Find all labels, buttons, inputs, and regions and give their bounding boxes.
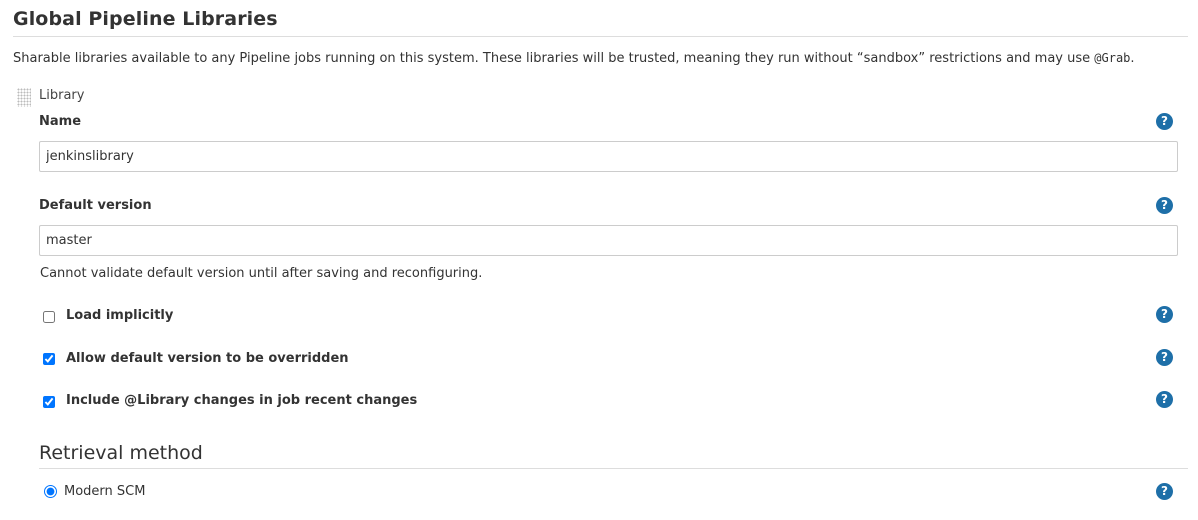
library-header: Library [39,88,85,103]
retrieval-divider [39,468,1188,469]
section-divider [13,36,1188,37]
include-changes-help-icon[interactable]: ? [1156,391,1173,408]
name-input[interactable] [39,141,1178,172]
modern-scm-label[interactable]: Modern SCM [64,484,145,499]
include-changes-label[interactable]: Include @Library changes in job recent c… [66,393,417,408]
include-changes-checkbox[interactable] [43,396,55,408]
load-implicitly-checkbox[interactable] [43,311,55,323]
drag-handle-icon[interactable] [17,88,31,107]
allow-override-checkbox[interactable] [43,353,55,365]
section-title: Global Pipeline Libraries [13,8,278,30]
description-text: Sharable libraries available to any Pipe… [13,51,1095,66]
modern-scm-radio[interactable] [44,485,57,498]
section-description: Sharable libraries available to any Pipe… [13,51,1135,66]
name-label: Name [39,114,82,129]
load-implicitly-help-icon[interactable]: ? [1156,306,1173,323]
default-version-help-icon[interactable]: ? [1156,197,1173,214]
load-implicitly-label[interactable]: Load implicitly [66,308,173,323]
grab-code: @Grab [1094,51,1131,65]
allow-override-help-icon[interactable]: ? [1156,349,1173,366]
default-version-label: Default version [39,198,152,213]
retrieval-method-title: Retrieval method [39,442,203,464]
default-version-note: Cannot validate default version until af… [40,266,483,281]
description-end: . [1130,51,1135,66]
name-help-icon[interactable]: ? [1156,113,1173,130]
allow-override-label[interactable]: Allow default version to be overridden [66,351,349,366]
retrieval-help-icon[interactable]: ? [1156,483,1173,500]
default-version-input[interactable] [39,225,1178,256]
